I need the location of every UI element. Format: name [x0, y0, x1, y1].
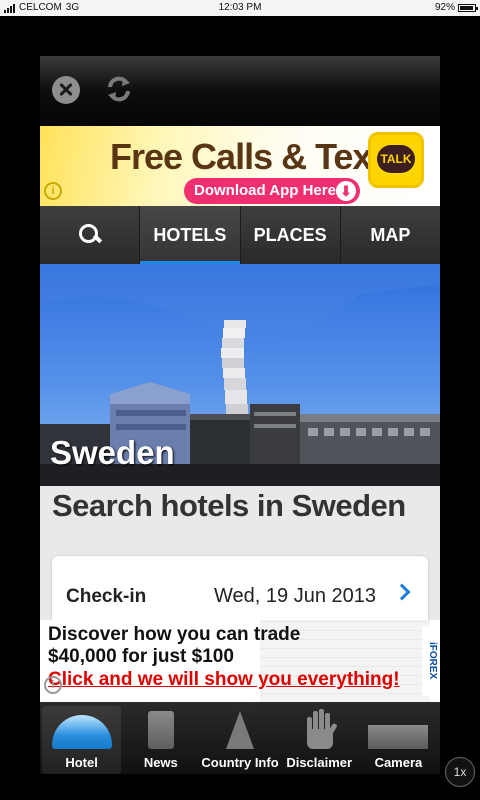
top-toolbar: [40, 56, 440, 126]
main-tab-bar: HOTELS PLACES MAP: [40, 206, 440, 264]
download-arrow-icon: ⬇: [336, 181, 356, 201]
nav-disclaimer[interactable]: Disclaimer: [280, 706, 359, 774]
bottom-ad-banner[interactable]: Discover how you can trade $40,000 for j…: [40, 620, 440, 702]
ad-headline: Free Calls & Text: [110, 136, 383, 177]
nav-country-info[interactable]: Country Info: [200, 706, 279, 774]
country-info-icon: [226, 711, 254, 749]
status-right: 92%: [434, 0, 478, 16]
nav-camera[interactable]: Camera: [359, 706, 438, 774]
nav-news[interactable]: News: [121, 706, 200, 774]
ad-link[interactable]: Click and we will show you everything!: [48, 669, 400, 691]
tab-map[interactable]: MAP: [339, 206, 440, 264]
nav-label: Camera: [374, 755, 423, 770]
nav-label: News: [143, 755, 178, 770]
nav-label: Disclaimer: [286, 755, 353, 770]
search-icon: [78, 224, 101, 246]
phone-screen: CELCOM 3G 12:03 PM 92% Free Calls & Text…: [0, 0, 480, 800]
checkin-date: Wed, 19 Jun 2013: [214, 585, 376, 607]
nav-label: Country Info: [201, 755, 279, 770]
tab-label: PLACES: [253, 224, 327, 245]
ad-download-button[interactable]: Download App Here ⬇: [184, 178, 360, 204]
checkin-label: Check-in: [66, 586, 147, 607]
tab-label: HOTELS: [153, 224, 227, 245]
hero-title: Sweden: [50, 434, 175, 471]
hero-image: Sweden: [40, 264, 440, 486]
refresh-icon[interactable]: [104, 74, 134, 104]
battery-icon: [458, 4, 478, 12]
chevron-right-icon: [393, 583, 411, 601]
top-ad-banner[interactable]: Free Calls & Text Download App Here ⬇ TA…: [40, 126, 440, 206]
tab-label: MAP: [370, 224, 411, 245]
hand-icon: [289, 709, 349, 749]
close-icon[interactable]: [52, 76, 80, 104]
tab-hotels[interactable]: HOTELS: [139, 206, 240, 264]
battery-percent: 92%: [434, 2, 455, 13]
news-icon: [147, 711, 174, 749]
tab-places[interactable]: PLACES: [239, 206, 340, 264]
speed-badge[interactable]: 1x: [445, 757, 475, 787]
ad-info-icon[interactable]: i: [44, 182, 62, 200]
tab-search[interactable]: [40, 206, 139, 264]
search-heading: Search hotels in Sweden: [52, 488, 406, 523]
status-time: 12:03 PM: [218, 2, 262, 13]
talk-logo-icon: TALK: [368, 132, 424, 188]
hotel-icon: [51, 715, 112, 749]
status-bar: CELCOM 3G 12:03 PM 92%: [0, 0, 480, 16]
ad-download-label: Download App Here: [194, 182, 336, 199]
nav-hotel[interactable]: Hotel: [42, 706, 122, 774]
nav-label: Hotel: [65, 755, 98, 770]
app-window: Free Calls & Text Download App Here ⬇ TA…: [40, 56, 440, 774]
bottom-nav-bar: Hotel News Country Info Disclaimer Camer…: [40, 702, 440, 774]
ad-line-2: $40,000 for just $100: [48, 646, 234, 667]
ad-info-icon[interactable]: i: [44, 676, 62, 694]
camera-icon: [368, 725, 429, 749]
talk-logo-text: TALK: [377, 145, 415, 173]
ad-line-1: Discover how you can trade: [48, 624, 301, 645]
ad-brand-logo: iFOREX: [422, 626, 438, 696]
